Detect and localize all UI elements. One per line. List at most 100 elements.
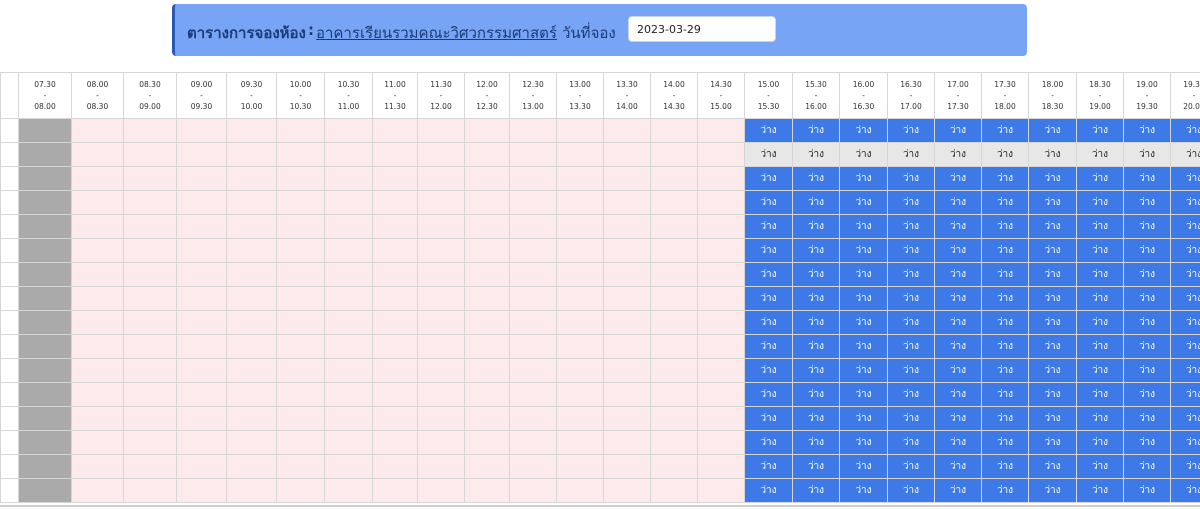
available-slot-cell[interactable]: ว่าง: [1076, 358, 1124, 383]
available-slot-cell[interactable]: ว่าง: [1170, 142, 1200, 167]
available-slot-cell[interactable]: ว่าง: [887, 430, 935, 455]
available-slot-cell[interactable]: ว่าง: [887, 334, 935, 359]
available-slot-cell[interactable]: ว่าง: [934, 382, 982, 407]
available-slot-cell[interactable]: ว่าง: [1170, 214, 1200, 239]
available-slot-cell[interactable]: ว่าง: [839, 310, 888, 335]
available-slot-cell[interactable]: ว่าง: [981, 238, 1029, 263]
available-slot-cell[interactable]: ว่าง: [981, 166, 1029, 191]
available-slot-cell[interactable]: ว่าง: [792, 214, 840, 239]
available-slot-cell[interactable]: ว่าง: [981, 430, 1029, 455]
available-slot-cell[interactable]: ว่าง: [934, 118, 982, 143]
available-slot-cell[interactable]: ว่าง: [887, 478, 935, 503]
available-slot-cell[interactable]: ว่าง: [1076, 430, 1124, 455]
available-slot-cell[interactable]: ว่าง: [1170, 454, 1200, 479]
available-slot-cell[interactable]: ว่าง: [744, 190, 793, 215]
available-slot-cell[interactable]: ว่าง: [792, 118, 840, 143]
available-slot-cell[interactable]: ว่าง: [839, 262, 888, 287]
available-slot-cell[interactable]: ว่าง: [792, 478, 840, 503]
available-slot-cell[interactable]: ว่าง: [1123, 190, 1171, 215]
available-slot-cell[interactable]: ว่าง: [887, 262, 935, 287]
available-slot-cell[interactable]: ว่าง: [1076, 286, 1124, 311]
available-slot-cell[interactable]: ว่าง: [981, 214, 1029, 239]
available-slot-cell[interactable]: ว่าง: [1076, 262, 1124, 287]
available-slot-cell[interactable]: ว่าง: [1028, 310, 1077, 335]
available-slot-cell[interactable]: ว่าง: [744, 454, 793, 479]
available-slot-cell[interactable]: ว่าง: [744, 478, 793, 503]
available-slot-cell[interactable]: ว่าง: [981, 406, 1029, 431]
available-slot-cell[interactable]: ว่าง: [1170, 190, 1200, 215]
available-slot-cell[interactable]: ว่าง: [1123, 430, 1171, 455]
available-slot-cell[interactable]: ว่าง: [1076, 382, 1124, 407]
available-slot-cell[interactable]: ว่าง: [839, 142, 888, 167]
available-slot-cell[interactable]: ว่าง: [887, 142, 935, 167]
available-slot-cell[interactable]: ว่าง: [1028, 334, 1077, 359]
available-slot-cell[interactable]: ว่าง: [1076, 190, 1124, 215]
available-slot-cell[interactable]: ว่าง: [981, 454, 1029, 479]
available-slot-cell[interactable]: ว่าง: [981, 190, 1029, 215]
available-slot-cell[interactable]: ว่าง: [839, 166, 888, 191]
available-slot-cell[interactable]: ว่าง: [1170, 334, 1200, 359]
available-slot-cell[interactable]: ว่าง: [792, 454, 840, 479]
available-slot-cell[interactable]: ว่าง: [792, 406, 840, 431]
available-slot-cell[interactable]: ว่าง: [1076, 454, 1124, 479]
building-link[interactable]: อาคารเรียนรวมคณะวิศวกรรมศาสตร์: [316, 21, 557, 45]
available-slot-cell[interactable]: ว่าง: [792, 262, 840, 287]
available-slot-cell[interactable]: ว่าง: [887, 286, 935, 311]
available-slot-cell[interactable]: ว่าง: [934, 478, 982, 503]
available-slot-cell[interactable]: ว่าง: [1076, 166, 1124, 191]
available-slot-cell[interactable]: ว่าง: [792, 142, 840, 167]
available-slot-cell[interactable]: ว่าง: [934, 238, 982, 263]
available-slot-cell[interactable]: ว่าง: [1170, 406, 1200, 431]
available-slot-cell[interactable]: ว่าง: [792, 286, 840, 311]
available-slot-cell[interactable]: ว่าง: [887, 238, 935, 263]
available-slot-cell[interactable]: ว่าง: [887, 310, 935, 335]
available-slot-cell[interactable]: ว่าง: [934, 310, 982, 335]
available-slot-cell[interactable]: ว่าง: [1028, 454, 1077, 479]
available-slot-cell[interactable]: ว่าง: [934, 142, 982, 167]
available-slot-cell[interactable]: ว่าง: [839, 382, 888, 407]
available-slot-cell[interactable]: ว่าง: [839, 118, 888, 143]
available-slot-cell[interactable]: ว่าง: [839, 406, 888, 431]
available-slot-cell[interactable]: ว่าง: [981, 118, 1029, 143]
available-slot-cell[interactable]: ว่าง: [1123, 334, 1171, 359]
available-slot-cell[interactable]: ว่าง: [934, 262, 982, 287]
available-slot-cell[interactable]: ว่าง: [744, 406, 793, 431]
available-slot-cell[interactable]: ว่าง: [1076, 142, 1124, 167]
available-slot-cell[interactable]: ว่าง: [792, 334, 840, 359]
available-slot-cell[interactable]: ว่าง: [792, 358, 840, 383]
available-slot-cell[interactable]: ว่าง: [1076, 214, 1124, 239]
available-slot-cell[interactable]: ว่าง: [981, 286, 1029, 311]
available-slot-cell[interactable]: ว่าง: [1123, 286, 1171, 311]
available-slot-cell[interactable]: ว่าง: [1076, 478, 1124, 503]
available-slot-cell[interactable]: ว่าง: [744, 166, 793, 191]
available-slot-cell[interactable]: ว่าง: [744, 334, 793, 359]
date-input[interactable]: [628, 16, 776, 42]
available-slot-cell[interactable]: ว่าง: [981, 478, 1029, 503]
available-slot-cell[interactable]: ว่าง: [839, 334, 888, 359]
available-slot-cell[interactable]: ว่าง: [887, 382, 935, 407]
available-slot-cell[interactable]: ว่าง: [1170, 430, 1200, 455]
available-slot-cell[interactable]: ว่าง: [1028, 406, 1077, 431]
available-slot-cell[interactable]: ว่าง: [887, 214, 935, 239]
available-slot-cell[interactable]: ว่าง: [1170, 358, 1200, 383]
available-slot-cell[interactable]: ว่าง: [887, 190, 935, 215]
available-slot-cell[interactable]: ว่าง: [1123, 382, 1171, 407]
available-slot-cell[interactable]: ว่าง: [1076, 118, 1124, 143]
available-slot-cell[interactable]: ว่าง: [1170, 262, 1200, 287]
available-slot-cell[interactable]: ว่าง: [1170, 166, 1200, 191]
available-slot-cell[interactable]: ว่าง: [1170, 118, 1200, 143]
available-slot-cell[interactable]: ว่าง: [981, 358, 1029, 383]
available-slot-cell[interactable]: ว่าง: [1123, 118, 1171, 143]
available-slot-cell[interactable]: ว่าง: [1076, 310, 1124, 335]
available-slot-cell[interactable]: ว่าง: [1170, 310, 1200, 335]
available-slot-cell[interactable]: ว่าง: [981, 310, 1029, 335]
available-slot-cell[interactable]: ว่าง: [792, 190, 840, 215]
available-slot-cell[interactable]: ว่าง: [839, 358, 888, 383]
available-slot-cell[interactable]: ว่าง: [744, 358, 793, 383]
available-slot-cell[interactable]: ว่าง: [1123, 454, 1171, 479]
available-slot-cell[interactable]: ว่าง: [1028, 142, 1077, 167]
available-slot-cell[interactable]: ว่าง: [1076, 238, 1124, 263]
available-slot-cell[interactable]: ว่าง: [1123, 262, 1171, 287]
available-slot-cell[interactable]: ว่าง: [744, 262, 793, 287]
available-slot-cell[interactable]: ว่าง: [1170, 478, 1200, 503]
